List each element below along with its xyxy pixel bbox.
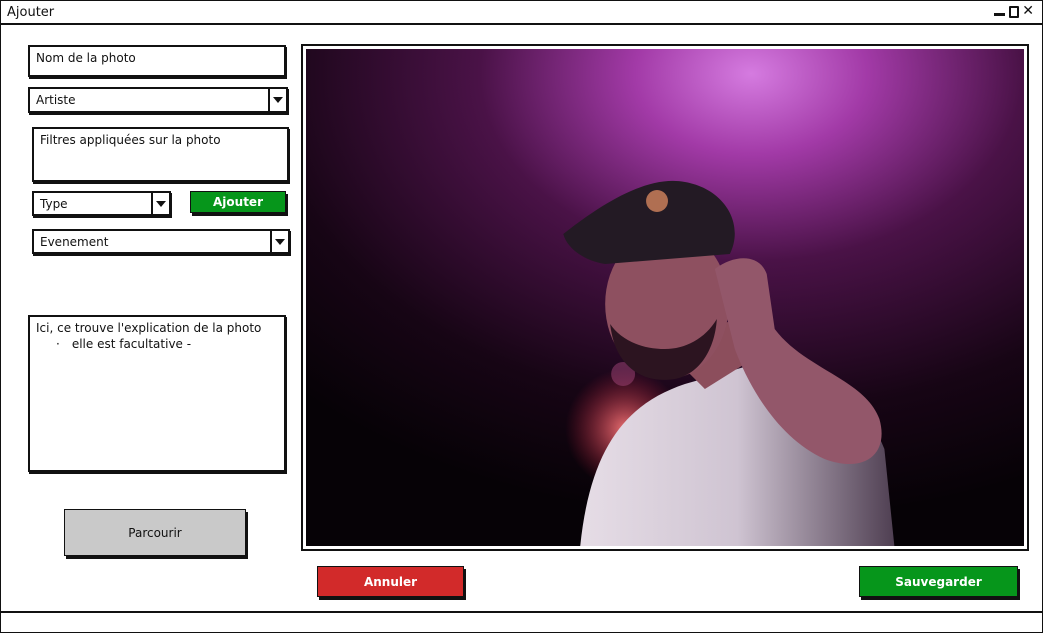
maximize-icon[interactable]	[1008, 4, 1020, 18]
photo-preview	[301, 44, 1029, 551]
cancel-label: Annuler	[363, 574, 418, 589]
browse-button[interactable]: Parcourir	[64, 509, 246, 556]
description-textarea[interactable]: Ici, ce trouve l'explication de la photo…	[28, 315, 286, 472]
chevron-down-icon[interactable]	[270, 231, 288, 252]
add-type-button[interactable]: Ajouter	[190, 191, 286, 213]
title-bar: Ajouter ✕	[1, 1, 1042, 25]
artist-select[interactable]: Artiste	[28, 87, 288, 113]
filters-textarea[interactable]: Filtres appliquées sur la photo	[32, 127, 289, 182]
browse-label: Parcourir	[128, 525, 182, 540]
bullet-marker: ·	[56, 337, 60, 351]
status-bar	[1, 611, 1042, 632]
type-select[interactable]: Type	[32, 191, 171, 216]
photo-name-text: Nom de la photo	[36, 51, 136, 65]
close-icon[interactable]: ✕	[1022, 4, 1034, 18]
chevron-down-icon[interactable]	[151, 193, 169, 214]
cancel-button[interactable]: Annuler	[317, 566, 464, 597]
window-title: Ajouter	[7, 5, 55, 20]
window-controls: ✕	[994, 4, 1034, 18]
artist-select-value: Artiste	[36, 93, 76, 107]
add-photo-window: Ajouter ✕ Nom de la photo Artiste Filtre…	[0, 0, 1043, 633]
save-button[interactable]: Sauvegarder	[859, 566, 1018, 597]
chevron-down-icon[interactable]	[268, 89, 286, 111]
photo-image	[306, 49, 1024, 546]
minimize-icon[interactable]	[994, 4, 1006, 18]
description-line-1: Ici, ce trouve l'explication de la photo	[36, 321, 262, 335]
filters-text: Filtres appliquées sur la photo	[40, 133, 221, 147]
event-select-value: Evenement	[40, 235, 109, 249]
description-bullet-row: · elle est facultative -	[36, 337, 278, 351]
description-line-2: elle est facultative -	[71, 337, 192, 351]
add-type-label: Ajouter	[213, 195, 263, 209]
save-label: Sauvegarder	[895, 574, 982, 589]
type-select-value: Type	[40, 197, 68, 211]
photo-name-input[interactable]: Nom de la photo	[28, 45, 286, 77]
event-select[interactable]: Evenement	[32, 229, 290, 254]
